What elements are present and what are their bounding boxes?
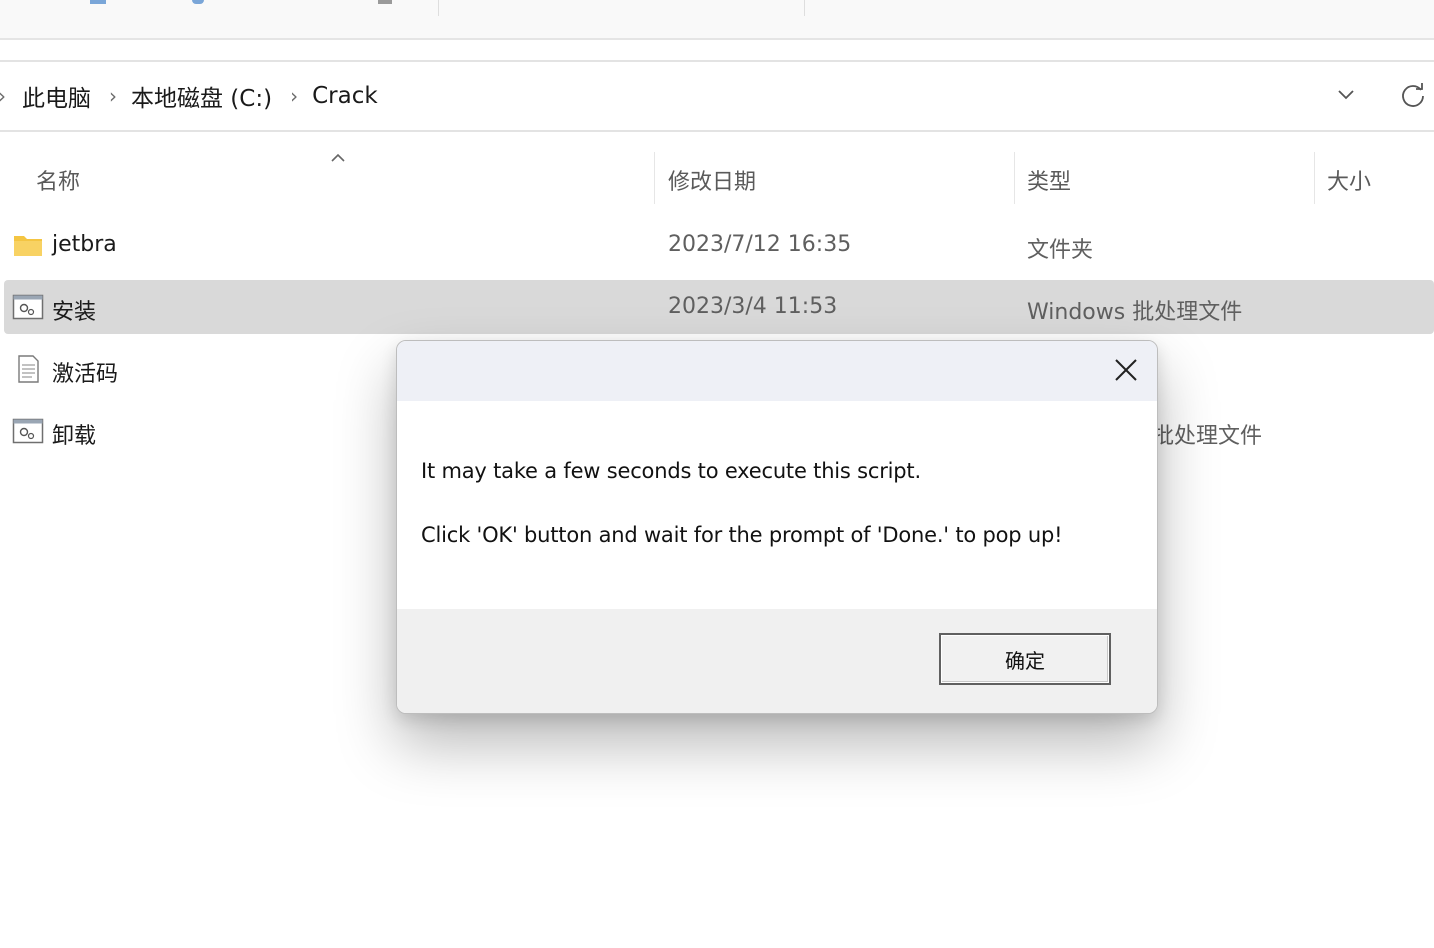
file-name: jetbra: [52, 232, 117, 257]
column-header-modified[interactable]: 修改日期: [668, 164, 756, 196]
close-icon[interactable]: [1111, 355, 1141, 385]
chevron-down-icon[interactable]: [1334, 82, 1358, 106]
file-name: 卸载: [52, 424, 97, 449]
dialog-footer: 确定: [397, 609, 1157, 713]
file-row-jetbra[interactable]: jetbra 2023/7/12 16:35 文件夹: [4, 218, 1434, 272]
column-divider[interactable]: [654, 152, 655, 204]
file-row-install[interactable]: 安装 2023/3/4 11:53 Windows 批处理文件: [4, 280, 1434, 334]
refresh-icon[interactable]: [1398, 80, 1428, 110]
chevron-right-icon[interactable]: ›: [0, 84, 6, 108]
command-bar: [0, 0, 1434, 40]
breadcrumb-item-crack[interactable]: Crack: [312, 83, 378, 109]
breadcrumb: › 此电脑 › 本地磁盘 (C:) › Crack: [0, 62, 396, 130]
file-name: 激活码: [52, 362, 119, 387]
address-bar[interactable]: › 此电脑 › 本地磁盘 (C:) › Crack: [0, 60, 1434, 132]
toolbar-divider: [438, 0, 439, 16]
dialog-body: It may take a few seconds to execute thi…: [397, 401, 1157, 609]
file-modified: 2023/3/4 11:53: [668, 294, 838, 319]
view-icon[interactable]: [90, 0, 106, 4]
file-type: 批处理文件: [1152, 424, 1263, 449]
delete-icon[interactable]: [378, 0, 392, 4]
file-type: Windows 批处理文件: [1027, 300, 1243, 325]
batch-file-icon: [12, 418, 44, 444]
message-dialog: It may take a few seconds to execute thi…: [396, 340, 1158, 714]
folder-icon: [14, 236, 42, 256]
file-type: 文件夹: [1027, 238, 1094, 263]
text-file-icon: [18, 355, 39, 383]
chevron-right-icon[interactable]: ›: [109, 84, 117, 108]
column-divider[interactable]: [1314, 152, 1315, 204]
dialog-message-line1: It may take a few seconds to execute thi…: [421, 459, 921, 483]
dialog-titlebar[interactable]: [397, 341, 1157, 401]
file-modified: 2023/7/12 16:35: [668, 232, 852, 257]
share-icon[interactable]: [192, 0, 204, 4]
explorer-window: › 此电脑 › 本地磁盘 (C:) › Crack 名称 修改日期 类型 大小: [0, 0, 1434, 948]
column-headers: 名称 修改日期 类型 大小: [0, 150, 1434, 206]
file-name: 安装: [52, 300, 97, 325]
breadcrumb-item-this-pc[interactable]: 此电脑: [22, 79, 91, 113]
column-header-name[interactable]: 名称: [36, 164, 80, 196]
sort-ascending-icon: [331, 153, 345, 162]
breadcrumb-item-local-disk[interactable]: 本地磁盘 (C:): [131, 79, 272, 113]
column-divider[interactable]: [1014, 152, 1015, 204]
column-header-type[interactable]: 类型: [1027, 164, 1071, 196]
dialog-message-line2: Click 'OK' button and wait for the promp…: [421, 523, 1063, 547]
batch-file-icon: [12, 294, 44, 320]
chevron-right-icon[interactable]: ›: [290, 84, 298, 108]
toolbar-divider: [804, 0, 805, 16]
column-header-size[interactable]: 大小: [1327, 164, 1371, 196]
ok-button[interactable]: 确定: [939, 633, 1111, 685]
